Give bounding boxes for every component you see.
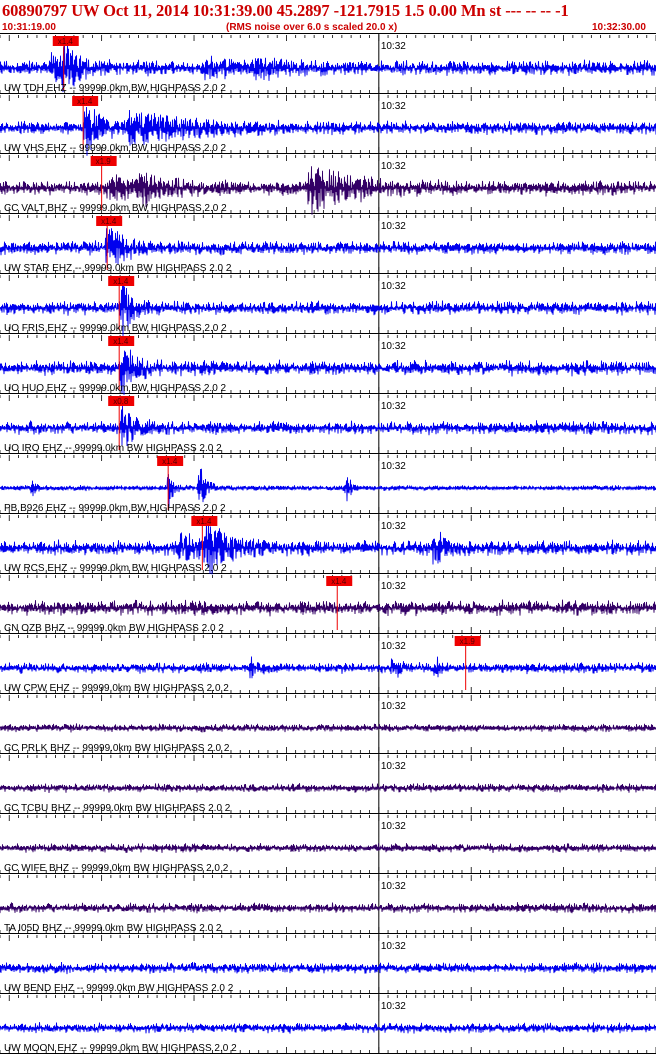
- pick-label: x1.4: [77, 97, 93, 106]
- channel-panel: 10:32 x1.4 CN OZB BHZ -- 99999.0km BW HIGH…: [0, 574, 656, 634]
- minute-marker-label: 10:32: [381, 521, 406, 532]
- minute-marker-label: 10:32: [381, 461, 406, 472]
- channel-label: CC WIFE BHZ -- 99999.0km BW HIGHPASS 2.0…: [4, 863, 229, 874]
- pick-label: x1.9: [96, 157, 112, 166]
- channel-label: CC PRLK BHZ -- 99999.0km BW HIGHPASS 2.0…: [4, 743, 230, 754]
- minute-marker-label: 10:32: [381, 101, 406, 112]
- channel-panel: 10:32 CC PRLK BHZ -- 99999.0km BW HIGHPAS…: [0, 694, 656, 754]
- channel-label: UO HUO EHZ -- 99999.0km BW HIGHPASS 2.0 …: [4, 383, 227, 394]
- channel-label: CN OZB BHZ -- 99999.0km BW HIGHPASS 2.0 …: [4, 623, 224, 634]
- channel-panel: 10:32 x1.4 PB B926 EHZ -- 99999.0km BW HIG…: [0, 454, 656, 514]
- minute-marker-label: 10:32: [381, 701, 406, 712]
- channel-panel: 10:32 CC TCBU BHZ -- 99999.0km BW HIGHPAS…: [0, 754, 656, 814]
- channel-label: UO FRIS EHZ -- 99999.0km BW HIGHPASS 2.0…: [4, 323, 227, 334]
- minute-marker-label: 10:32: [381, 641, 406, 652]
- waveform-trace: [0, 1022, 656, 1034]
- minute-marker-label: 10:32: [381, 401, 406, 412]
- pick-label: x1.4: [113, 277, 129, 286]
- channel-panel: 10:32 x1.9 UW CPW EHZ -- 99999.0km BW HIGH…: [0, 634, 656, 694]
- waveform-trace: [0, 902, 656, 914]
- minute-marker-label: 10:32: [381, 161, 406, 172]
- channel-label: UW VHS EHZ -- 99999.0km BW HIGHPASS 2.0 …: [4, 143, 227, 154]
- waveform-trace: [0, 723, 656, 733]
- channel-panel: 10:32 x1.4 UW VHS EHZ -- 99999.0km BW HIGH…: [0, 94, 656, 156]
- waveform-trace: [0, 228, 656, 265]
- pick-label: x1.4: [162, 457, 178, 466]
- waveform-trace: [0, 656, 656, 679]
- channel-label: UO IRO EHZ -- 99999.0km BW HIGHPASS 2.0 …: [4, 443, 222, 454]
- pick-label: x1.4: [196, 517, 212, 526]
- channel-label: UW BEND EHZ -- 99999.0km BW HIGHPASS 2.0…: [4, 983, 234, 994]
- waveform-trace: [0, 783, 656, 794]
- channel-label: UW CPW EHZ -- 99999.0km BW HIGHPASS 2.0 …: [4, 683, 229, 694]
- waveform-trace: [0, 843, 656, 854]
- channel-panel: 10:32 UW MOON EHZ -- 99999.0km BW HIGHPAS…: [0, 994, 656, 1054]
- minute-marker-label: 10:32: [381, 581, 406, 592]
- pick-label: x1.4: [101, 217, 117, 226]
- waveform-trace: [0, 599, 656, 617]
- waveform-trace: [0, 961, 656, 975]
- channel-label: CC VALT BHZ -- 99999.0km BW HIGHPASS 2.0…: [4, 203, 227, 214]
- pick-label: x1.4: [113, 337, 129, 346]
- channel-panel: 10:32 x1.4 UW TDH EHZ -- 99999.0km BW HIGH…: [0, 34, 656, 94]
- channel-panel: 10:32 x1.4 UW RCS EHZ -- 99999.0km BW HIGH…: [0, 514, 656, 575]
- minute-marker-label: 10:32: [381, 221, 406, 232]
- minute-marker-label: 10:32: [381, 761, 406, 772]
- channel-label: UW STAR EHZ -- 99999.0km BW HIGHPASS 2.0…: [4, 263, 232, 274]
- channel-panel: 10:32 TA I05D BHZ -- 99999.0km BW HIGHPAS…: [0, 874, 656, 934]
- pick-label: x0.8: [113, 397, 129, 406]
- minute-marker-label: 10:32: [381, 941, 406, 952]
- channel-label: CC TCBU BHZ -- 99999.0km BW HIGHPASS 2.0…: [4, 803, 231, 814]
- channel-panel: 10:32 CC WIFE BHZ -- 99999.0km BW HIGHPAS…: [0, 814, 656, 874]
- channel-panels: 10:32 x1.4 UW TDH EHZ -- 99999.0km BW HIGH…: [0, 34, 656, 1054]
- pick-label: x1.4: [58, 37, 74, 46]
- channel-label: UW RCS EHZ -- 99999.0km BW HIGHPASS 2.0 …: [4, 563, 227, 574]
- minute-marker-label: 10:32: [381, 881, 406, 892]
- minute-marker-label: 10:32: [381, 341, 406, 352]
- minute-marker-label: 10:32: [381, 1001, 406, 1012]
- waveform-trace: [0, 468, 656, 507]
- channel-panel: 10:32 x1.4 UO FRIS EHZ -- 99999.0km BW HIG…: [0, 274, 656, 337]
- minute-marker-label: 10:32: [381, 41, 406, 52]
- channel-label: UW MOON EHZ -- 99999.0km BW HIGHPASS 2.0…: [4, 1043, 237, 1054]
- channel-panel: 10:32 x1.4 UO HUO EHZ -- 99999.0km BW HIGH…: [0, 334, 656, 395]
- channel-panel: 10:32 UW BEND EHZ -- 99999.0km BW HIGHPAS…: [0, 934, 656, 994]
- seismogram-plot: 10:32 x1.4 UW TDH EHZ -- 99999.0km BW HIGH…: [0, 33, 656, 1054]
- channel-label: PB B926 EHZ -- 99999.0km BW HIGHPASS 2.0…: [4, 503, 226, 514]
- channel-panel: 10:32 x1.4 UW STAR EHZ -- 99999.0km BW HIG…: [0, 214, 656, 274]
- pick-label: x1.9: [460, 637, 476, 646]
- minute-marker-label: 10:32: [381, 281, 406, 292]
- channel-panel: 10:32 x0.8 UO IRO EHZ -- 99999.0km BW HIGH…: [0, 394, 656, 454]
- channel-label: TA I05D BHZ -- 99999.0km BW HIGHPASS 2.0…: [4, 923, 222, 934]
- pick-label: x1.4: [331, 577, 347, 586]
- minute-marker-label: 10:32: [381, 821, 406, 832]
- waveform-trace: [0, 405, 656, 447]
- channel-label: UW TDH EHZ -- 99999.0km BW HIGHPASS 2.0 …: [4, 83, 226, 94]
- channel-panel: 10:32 x1.9 CC VALT BHZ -- 99999.0km BW HIG…: [0, 154, 656, 215]
